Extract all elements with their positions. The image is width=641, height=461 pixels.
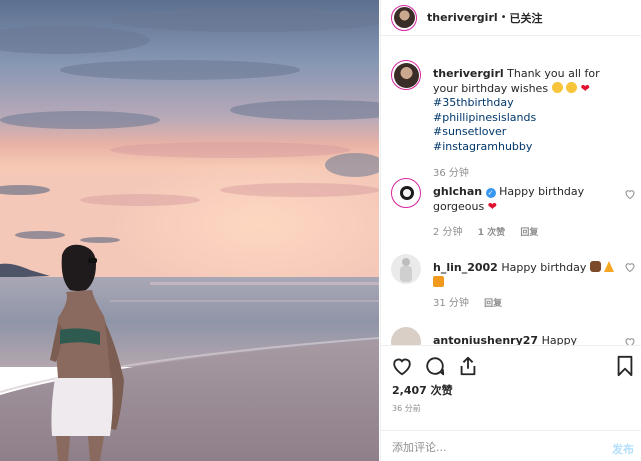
comment-item: h_lin_2002 Happy birthday 31 分钟 回复 bbox=[391, 254, 636, 314]
comment-text: antoniushenry27 Happy Birthday bbox=[433, 334, 618, 345]
party-popper-emoji-icon bbox=[604, 261, 615, 272]
comment-meta: 2 分钟 1 次赞 回复 bbox=[433, 223, 550, 238]
caption-meta: 36 分钟 bbox=[433, 164, 481, 179]
comment-input[interactable] bbox=[392, 437, 582, 457]
comment-text: ghlchan ✓ Happy birthday gorgeous ❤ bbox=[433, 185, 618, 214]
post-photo[interactable] bbox=[0, 0, 379, 461]
comment-username[interactable]: h_lin_2002 bbox=[433, 261, 498, 274]
comment-like-heart-icon[interactable] bbox=[624, 336, 636, 345]
comment-like-heart-icon[interactable] bbox=[624, 261, 636, 273]
caption-text: therivergirl Thank you all for your birt… bbox=[433, 67, 618, 154]
heart-icon[interactable] bbox=[391, 355, 413, 377]
action-bar bbox=[391, 355, 636, 377]
share-icon[interactable] bbox=[457, 355, 479, 377]
comments-list[interactable]: therivergirl Thank you all for your birt… bbox=[381, 57, 641, 345]
caption-avatar[interactable] bbox=[391, 60, 421, 90]
post-panel: therivergirl • 已关注 therivergirl Thank yo… bbox=[380, 0, 641, 461]
caption-item: therivergirl Thank you all for your birt… bbox=[391, 60, 636, 180]
post-timestamp[interactable]: 36 分前 bbox=[392, 403, 421, 414]
comment-like-count[interactable]: 1 次赞 bbox=[478, 228, 505, 238]
commenter-avatar[interactable] bbox=[391, 178, 421, 208]
add-comment-bar: 发布 bbox=[381, 430, 641, 461]
author-avatar[interactable] bbox=[391, 4, 417, 31]
comment-item: ghlchan ✓ Happy birthday gorgeous ❤ 2 分钟… bbox=[391, 178, 636, 246]
caption-username[interactable]: therivergirl bbox=[433, 67, 504, 80]
comment-meta: 31 分钟 回复 bbox=[433, 294, 514, 309]
comment-username[interactable]: antoniushenry27 bbox=[433, 334, 538, 345]
comment-item: antoniushenry27 Happy Birthday bbox=[391, 327, 636, 345]
commenter-avatar[interactable] bbox=[391, 254, 421, 284]
follow-status-button[interactable]: 已关注 bbox=[510, 10, 543, 26]
commenter-avatar[interactable] bbox=[391, 327, 421, 345]
gift-emoji-icon bbox=[433, 275, 444, 287]
wink-emoji-icon bbox=[566, 81, 578, 93]
comment-like-heart-icon[interactable] bbox=[624, 188, 636, 200]
post-header: therivergirl • 已关注 bbox=[381, 0, 641, 36]
reply-button[interactable]: 回复 bbox=[520, 228, 538, 238]
cake-emoji-icon bbox=[589, 261, 601, 272]
hashtag-link[interactable]: #35thbirthday bbox=[433, 96, 618, 111]
hashtag-link[interactable]: #sunsetlover bbox=[433, 125, 618, 140]
post-actions: 2,407 次赞 36 分前 发布 bbox=[381, 345, 641, 461]
comment-username[interactable]: ghlchan bbox=[433, 185, 482, 198]
comment-body: Happy birthday bbox=[501, 261, 587, 274]
author-username[interactable]: therivergirl bbox=[427, 11, 498, 24]
comment-time[interactable]: 31 分钟 bbox=[433, 298, 469, 309]
red-heart-emoji-icon: ❤ bbox=[487, 199, 497, 213]
bookmark-icon[interactable] bbox=[614, 355, 636, 377]
verified-badge-icon: ✓ bbox=[485, 188, 496, 198]
header-separator: • bbox=[500, 12, 507, 23]
speech-bubble-icon[interactable] bbox=[424, 355, 446, 377]
like-count[interactable]: 2,407 次赞 bbox=[392, 382, 453, 398]
reply-button[interactable]: 回复 bbox=[484, 299, 502, 309]
hashtag-link[interactable]: #phillipinesislands bbox=[433, 111, 618, 126]
hashtag-link[interactable]: #instagramhubby bbox=[433, 140, 618, 155]
comment-time[interactable]: 2 分钟 bbox=[433, 227, 463, 238]
comment-text: h_lin_2002 Happy birthday bbox=[433, 261, 618, 290]
red-heart-emoji-icon: ❤ bbox=[580, 81, 590, 95]
post-comment-button[interactable]: 发布 bbox=[612, 441, 634, 457]
kiss-emoji-icon bbox=[551, 81, 563, 93]
